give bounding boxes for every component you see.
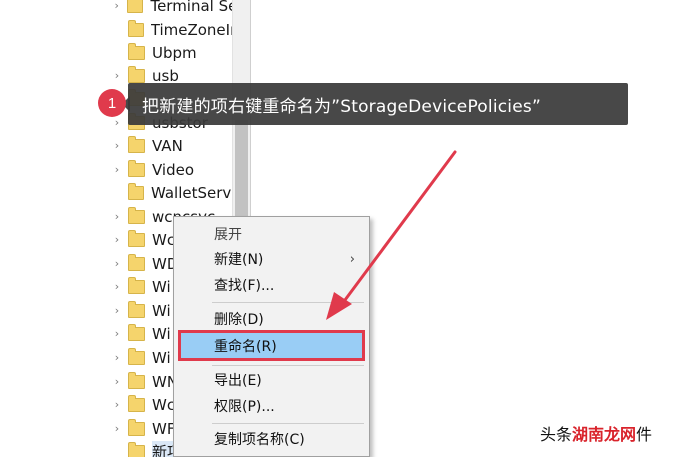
tree-node[interactable]: WalletServi [112,181,232,204]
folder-icon [128,135,145,153]
tree-node[interactable]: Ubpm [112,41,232,64]
instruction-callout: 把新建的项右键重命名为”StorageDevicePolicies” [128,83,628,125]
chevron-right-icon[interactable]: › [112,70,122,81]
folder-icon [128,323,145,341]
chevron-right-icon[interactable]: › [112,258,122,269]
menu-separator [212,302,364,303]
watermark: 头条湖南龙网件 [540,421,652,445]
chevron-right-icon[interactable]: › [112,0,121,11]
watermark-highlight: 湖南龙网 [572,425,637,444]
menu-item-export[interactable]: 导出(E) [174,367,369,393]
chevron-right-icon[interactable]: › [112,117,122,128]
menu-item-new[interactable]: 新建(N) › [174,246,369,272]
chevron-right-icon: › [349,251,355,267]
tree-node[interactable]: TimeZoneIr [112,18,232,41]
chevron-right-icon[interactable]: › [112,164,122,175]
registry-editor-screenshot: › Terminal Se TimeZoneIr Ubpm › usb › › [0,0,700,457]
chevron-right-icon[interactable]: › [112,376,122,387]
chevron-right-icon[interactable]: › [112,305,122,316]
folder-icon [127,19,144,37]
folder-icon [128,371,145,389]
folder-icon [128,229,145,247]
chevron-right-icon[interactable]: › [112,234,122,245]
folder-icon [128,300,145,318]
chevron-right-icon[interactable]: › [112,352,122,363]
watermark-suffix: 件 [636,425,653,444]
folder-icon [128,42,145,60]
folder-icon [128,394,145,412]
menu-separator [212,365,364,366]
folder-icon [128,441,145,457]
folder-icon [128,159,145,177]
chevron-right-icon[interactable]: › [112,328,122,339]
chevron-right-icon[interactable]: › [112,211,122,222]
chevron-right-icon[interactable]: › [112,281,122,292]
folder-icon [128,65,145,83]
menu-item-copy-key-name[interactable]: 复制项名称(C) [174,426,369,452]
folder-icon [127,182,144,200]
chevron-right-icon[interactable]: › [112,140,122,151]
folder-icon [127,0,144,13]
menu-separator [212,423,364,424]
folder-icon [128,276,145,294]
folder-icon [128,253,145,271]
context-menu: 展开 新建(N) › 查找(F)... 删除(D) 重命名(R) 导出(E) 权… [173,216,370,457]
step-number-badge: 1 [98,89,126,117]
menu-item-find[interactable]: 查找(F)... [174,272,369,298]
menu-item-delete[interactable]: 删除(D) [174,306,369,332]
folder-icon [128,347,145,365]
chevron-right-icon[interactable]: › [112,399,122,410]
menu-item-rename[interactable]: 重命名(R) [178,330,365,361]
chevron-right-icon[interactable]: › [112,423,122,434]
menu-item-permissions[interactable]: 权限(P)... [174,393,369,419]
tree-node[interactable]: › Terminal Se [112,0,232,17]
folder-icon [128,206,145,224]
watermark-prefix: 头条 [540,425,573,444]
tree-node[interactable]: › Video [112,158,232,181]
instruction-text: 把新建的项右键重命名为”StorageDevicePolicies” [142,96,541,117]
tree-node[interactable]: › VAN [112,134,232,157]
folder-icon [128,418,145,436]
menu-item-expand[interactable]: 展开 [174,221,369,247]
